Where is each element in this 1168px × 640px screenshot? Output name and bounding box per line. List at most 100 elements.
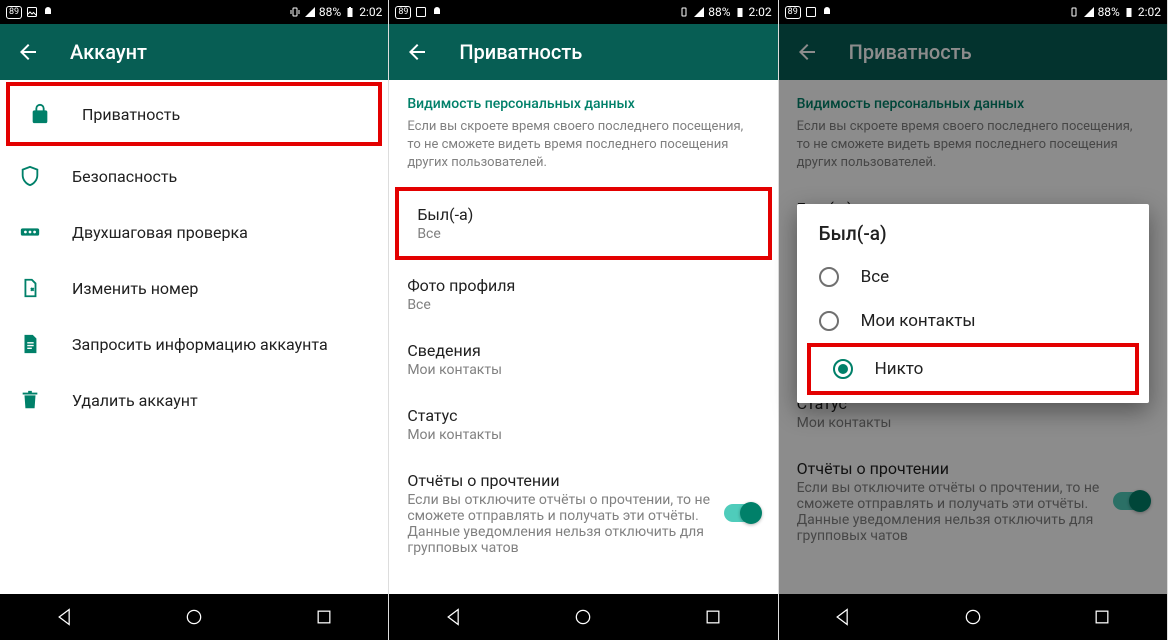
status-badge-icon: 89 bbox=[785, 6, 801, 19]
signal-icon bbox=[304, 6, 316, 18]
status-bar: 89 88% 2:02 bbox=[0, 0, 388, 24]
pref-value: Все bbox=[417, 226, 749, 242]
nav-bar bbox=[0, 594, 388, 640]
nav-recent-icon[interactable] bbox=[314, 607, 334, 627]
trash-icon bbox=[18, 388, 42, 412]
radio-option-contacts[interactable]: Мои контакты bbox=[797, 299, 1149, 343]
pref-status[interactable]: Статус Мои контакты bbox=[389, 392, 777, 457]
pref-value: Мои контакты bbox=[407, 427, 759, 443]
pref-title: Сведения bbox=[407, 341, 759, 360]
page-title: Приватность bbox=[849, 40, 972, 64]
item-privacy[interactable]: Приватность bbox=[10, 86, 378, 142]
pref-value: Все bbox=[407, 297, 759, 313]
clock-text: 2:02 bbox=[1138, 5, 1161, 19]
battery-icon bbox=[734, 6, 746, 18]
nav-back-icon[interactable] bbox=[55, 607, 75, 627]
vibrate-icon bbox=[678, 6, 690, 18]
nav-recent-icon[interactable] bbox=[1092, 607, 1112, 627]
clock-text: 2:02 bbox=[749, 5, 772, 19]
page-title: Аккаунт bbox=[70, 40, 147, 64]
android-icon bbox=[431, 6, 443, 18]
clock-text: 2:02 bbox=[359, 5, 382, 19]
nav-home-icon[interactable] bbox=[963, 607, 983, 627]
privacy-content: Видимость персональных данных Если вы ск… bbox=[389, 80, 777, 594]
last-seen-dialog: Был(-а) Все Мои контакты Никто bbox=[797, 204, 1149, 403]
arrow-back-icon bbox=[405, 40, 429, 64]
nav-home-icon[interactable] bbox=[573, 607, 593, 627]
back-button[interactable] bbox=[405, 40, 429, 64]
shield-icon bbox=[18, 164, 42, 188]
pref-last-seen[interactable]: Был(-а) Все bbox=[399, 191, 767, 256]
dots-icon bbox=[18, 220, 42, 244]
page-title: Приватность bbox=[459, 40, 582, 64]
pref-title: Отчёты о прочтении bbox=[407, 471, 711, 490]
battery-icon bbox=[1123, 6, 1135, 18]
image-icon bbox=[805, 6, 817, 18]
radio-icon-selected bbox=[833, 359, 853, 379]
radio-option-nobody[interactable]: Никто bbox=[811, 347, 1135, 391]
vibrate-icon bbox=[1068, 6, 1080, 18]
app-bar: Аккаунт bbox=[0, 24, 388, 80]
pref-title: Был(-а) bbox=[417, 205, 749, 224]
pref-title: Фото профиля bbox=[407, 276, 759, 295]
pref-about[interactable]: Сведения Мои контакты bbox=[389, 327, 777, 392]
status-bar: 89 88% 2:02 bbox=[389, 0, 777, 24]
back-button[interactable] bbox=[16, 40, 40, 64]
nav-recent-icon[interactable] bbox=[703, 607, 723, 627]
app-bar: Приватность bbox=[779, 24, 1167, 80]
signal-icon bbox=[693, 6, 705, 18]
item-delete-account[interactable]: Удалить аккаунт bbox=[0, 372, 388, 428]
image-icon bbox=[26, 6, 38, 18]
screen-privacy: 89 88% 2:02 Приватность Видимость персон… bbox=[389, 0, 778, 640]
android-icon bbox=[821, 6, 833, 18]
item-request-info[interactable]: Запросить информацию аккаунта bbox=[0, 316, 388, 372]
screen-privacy-dialog: 89 88% 2:02 Приватность Видимость персон… bbox=[779, 0, 1168, 640]
dialog-title: Был(-а) bbox=[797, 222, 1149, 255]
pref-desc: Если вы отключите отчёты о прочтении, то… bbox=[407, 492, 711, 556]
vibrate-icon bbox=[289, 6, 301, 18]
arrow-back-icon bbox=[16, 40, 40, 64]
item-label: Безопасность bbox=[72, 167, 177, 186]
image-icon bbox=[415, 6, 427, 18]
highlight-privacy: Приватность bbox=[6, 82, 382, 146]
pref-title: Статус bbox=[407, 406, 759, 425]
document-icon bbox=[18, 332, 42, 356]
toggle-switch[interactable] bbox=[724, 504, 760, 522]
pref-photo[interactable]: Фото профиля Все bbox=[389, 262, 777, 327]
app-bar: Приватность bbox=[389, 24, 777, 80]
account-list: Приватность Безопасность Двухшаговая про… bbox=[0, 80, 388, 594]
item-label: Приватность bbox=[82, 105, 180, 124]
status-badge-icon: 89 bbox=[395, 6, 411, 19]
battery-icon bbox=[344, 6, 356, 18]
item-label: Запросить информацию аккаунта bbox=[72, 335, 328, 354]
section-header: Видимость персональных данных bbox=[779, 80, 1167, 118]
item-two-step[interactable]: Двухшаговая проверка bbox=[0, 204, 388, 260]
back-button[interactable] bbox=[795, 40, 819, 64]
section-header: Видимость персональных данных bbox=[389, 80, 777, 118]
screen-account: 89 88% 2:02 Аккаунт Приватность bbox=[0, 0, 389, 640]
battery-percent: 88% bbox=[708, 5, 730, 19]
item-change-number[interactable]: Изменить номер bbox=[0, 260, 388, 316]
radio-label: Никто bbox=[875, 359, 924, 379]
battery-percent: 88% bbox=[1098, 5, 1120, 19]
status-bar: 89 88% 2:02 bbox=[779, 0, 1167, 24]
pref-value: Мои контакты bbox=[407, 362, 759, 378]
status-badge-icon: 89 bbox=[6, 6, 22, 19]
toggle-switch bbox=[1113, 492, 1149, 510]
radio-icon bbox=[819, 267, 839, 287]
nav-home-icon[interactable] bbox=[184, 607, 204, 627]
sim-icon bbox=[18, 276, 42, 300]
pref-read-receipts[interactable]: Отчёты о прочтении Если вы отключите отч… bbox=[389, 457, 777, 570]
radio-option-all[interactable]: Все bbox=[797, 255, 1149, 299]
nav-back-icon[interactable] bbox=[444, 607, 464, 627]
section-desc: Если вы скроете время своего последнего … bbox=[779, 118, 1167, 185]
item-security[interactable]: Безопасность bbox=[0, 148, 388, 204]
battery-percent: 88% bbox=[319, 5, 341, 19]
item-label: Удалить аккаунт bbox=[72, 391, 198, 410]
nav-bar bbox=[389, 594, 777, 640]
signal-icon bbox=[1083, 6, 1095, 18]
radio-icon bbox=[819, 311, 839, 331]
pref-read-receipts: Отчёты о прочтении Если вы отключите отч… bbox=[779, 445, 1167, 558]
nav-back-icon[interactable] bbox=[833, 607, 853, 627]
lock-icon bbox=[28, 102, 52, 126]
